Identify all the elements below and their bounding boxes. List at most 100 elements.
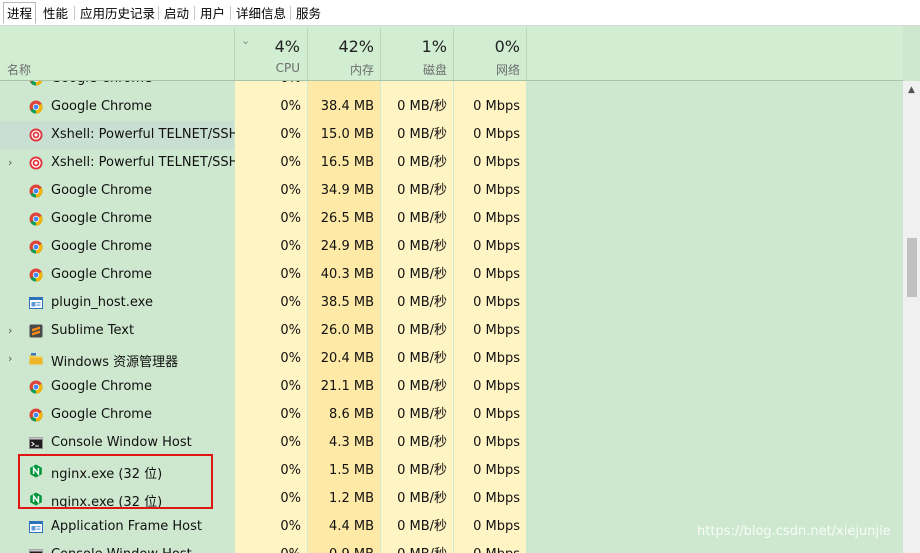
process-row[interactable]: Google Chrome 0% 38.4 MB 0 MB/秒 0 Mbps	[0, 93, 903, 121]
process-name-cell[interactable]: Xshell: Powerful TELNET/SSH...	[0, 121, 251, 149]
app-window-icon	[29, 296, 43, 310]
disk-value: 0 MB/秒	[381, 429, 453, 457]
header-network-percent[interactable]: 0%	[454, 37, 520, 56]
memory-value: 0.9 MB	[308, 541, 380, 553]
process-name: plugin_host.exe	[51, 295, 153, 310]
disk-value: 0 MB/秒	[381, 457, 453, 485]
process-name-cell[interactable]: Google Chrome	[0, 401, 234, 429]
network-value: 0 Mbps	[454, 233, 526, 261]
process-row[interactable]: › Windows 资源管理器 0% 20.4 MB 0 MB/秒 0 Mbps	[0, 345, 903, 373]
process-row[interactable]: Google Chrome 0% 21.1 MB 0 MB/秒 0 Mbps	[0, 373, 903, 401]
process-name: Console Window Host	[51, 547, 192, 553]
process-name-cell[interactable]: Google Chrome	[0, 261, 234, 289]
header-name[interactable]: 名称	[7, 61, 31, 78]
process-name: Google Chrome	[51, 379, 152, 394]
network-value: 0 Mbps	[454, 457, 526, 485]
network-value: 0 Mbps	[454, 541, 526, 553]
header-network-label[interactable]: 网络	[454, 61, 520, 78]
chrome-icon	[29, 212, 43, 226]
tab-startup[interactable]: 启动	[160, 2, 193, 24]
process-row[interactable]: Google Chrome 0% 40.3 MB 0 MB/秒 0 Mbps	[0, 261, 903, 289]
process-row[interactable]: plugin_host.exe 0% 38.5 MB 0 MB/秒 0 Mbps	[0, 289, 903, 317]
cpu-value: 0%	[235, 317, 307, 345]
process-name-cell[interactable]: Google Chrome	[0, 205, 234, 233]
cpu-value: 0%	[235, 513, 307, 541]
chrome-icon	[29, 81, 43, 86]
process-row[interactable]: Google Chrome 0% 24.9 MB 0 MB/秒 0 Mbps	[0, 233, 903, 261]
highlight-box	[18, 454, 213, 509]
scroll-up-icon[interactable]: ▲	[903, 85, 920, 95]
process-name-cell[interactable]: Google Chrome	[0, 177, 234, 205]
memory-value: 1.5 MB	[308, 457, 380, 485]
network-value: 0 Mbps	[454, 177, 526, 205]
console-icon	[29, 548, 43, 553]
scrollbar-thumb[interactable]	[907, 238, 917, 297]
tab-app-history[interactable]: 应用历史记录	[76, 2, 159, 24]
process-row[interactable]: Google Chrome 0% 26.5 MB 0 MB/秒 0 Mbps	[0, 205, 903, 233]
network-value: 0 Mbps	[454, 149, 526, 177]
process-row[interactable]: › Sublime Text 0% 26.0 MB 0 MB/秒 0 Mbps	[0, 317, 903, 345]
header-disk-label[interactable]: 磁盘	[381, 61, 447, 78]
memory-value: 38.4 MB	[308, 93, 380, 121]
disk-value: 0 MB/秒	[381, 177, 453, 205]
chrome-icon	[29, 380, 43, 394]
tab-users[interactable]: 用户	[196, 2, 229, 24]
tab-services[interactable]: 服务	[292, 2, 325, 24]
process-name: Application Frame Host	[51, 519, 203, 534]
chevron-right-icon[interactable]: ›	[8, 352, 12, 365]
chevron-right-icon[interactable]: ›	[8, 324, 12, 337]
process-row[interactable]: Console Window Host 0%0.9 MB0 MB/秒0 Mbps	[0, 541, 903, 553]
process-name: Xshell: Powerful TELNET/SSH...	[51, 127, 251, 142]
tab-performance[interactable]: 性能	[39, 2, 72, 24]
process-name-cell[interactable]: Google Chrome	[0, 233, 234, 261]
header-memory-percent[interactable]: 42%	[308, 37, 374, 56]
cpu-value: 0%	[235, 429, 307, 457]
process-name-cell[interactable]: › Windows 资源管理器	[0, 345, 234, 373]
process-name-cell[interactable]: plugin_host.exe	[0, 289, 234, 317]
sublime-icon	[29, 324, 43, 338]
process-row[interactable]: Console Window Host 0% 4.3 MB 0 MB/秒 0 Mbps	[0, 429, 903, 457]
process-name-cell[interactable]: Google Chrome	[0, 81, 234, 93]
console-icon	[29, 436, 43, 450]
network-value: 0 Mbps	[454, 317, 526, 345]
network-value: 0 Mbps	[454, 205, 526, 233]
column-divider[interactable]	[526, 28, 527, 80]
watermark: https://blog.csdn.net/xiejunjie	[697, 524, 891, 539]
process-row[interactable]: Google Chrome 0% 34.9 MB 0 MB/秒 0 Mbps	[0, 177, 903, 205]
process-name-cell[interactable]: Console Window Host	[0, 541, 234, 553]
header-cpu-label[interactable]: CPU	[235, 61, 300, 75]
memory-value: 8.6 MB	[308, 401, 380, 429]
memory-value: 24.9 MB	[308, 233, 380, 261]
process-row[interactable]: Google Chrome 0%	[0, 81, 903, 93]
memory-value: 4.4 MB	[308, 513, 380, 541]
tab-details[interactable]: 详细信息	[232, 2, 290, 24]
chevron-right-icon[interactable]: ›	[8, 156, 12, 169]
process-name: Windows 资源管理器	[51, 355, 179, 370]
cpu-value: 0%	[235, 457, 307, 485]
process-name: Xshell: Powerful TELNET/SSH...	[51, 155, 251, 170]
network-value: 0 Mbps	[454, 93, 526, 121]
header-disk-percent[interactable]: 1%	[381, 37, 447, 56]
cpu-value: 0%	[235, 289, 307, 317]
process-row[interactable]: Google Chrome 0% 8.6 MB 0 MB/秒 0 Mbps	[0, 401, 903, 429]
process-name-cell[interactable]: › Sublime Text	[0, 317, 234, 345]
header-memory-label[interactable]: 内存	[308, 61, 374, 78]
process-name-cell[interactable]: Application Frame Host	[0, 513, 234, 541]
xshell-icon	[29, 156, 43, 170]
cpu-value: 0%	[235, 177, 307, 205]
vertical-scrollbar[interactable]: ▲	[903, 81, 920, 553]
process-row[interactable]: › Xshell: Powerful TELNET/SSH... 0% 16.5 MB…	[0, 149, 903, 177]
process-name: Google Chrome	[51, 183, 152, 198]
cpu-value: 0%	[235, 485, 307, 513]
process-name-cell[interactable]: Google Chrome	[0, 93, 234, 121]
process-name-cell[interactable]: › Xshell: Powerful TELNET/SSH...	[0, 149, 251, 177]
header-cpu-percent[interactable]: 4%	[235, 37, 300, 56]
process-name-cell[interactable]: Console Window Host	[0, 429, 234, 457]
process-row[interactable]: Xshell: Powerful TELNET/SSH... 0% 15.0 MB 0…	[0, 121, 903, 149]
memory-value: 1.2 MB	[308, 485, 380, 513]
tab-processes[interactable]: 进程	[3, 2, 37, 24]
memory-value: 4.3 MB	[308, 429, 380, 457]
memory-value: 26.0 MB	[308, 317, 380, 345]
chrome-icon	[29, 408, 43, 422]
process-name-cell[interactable]: Google Chrome	[0, 373, 234, 401]
